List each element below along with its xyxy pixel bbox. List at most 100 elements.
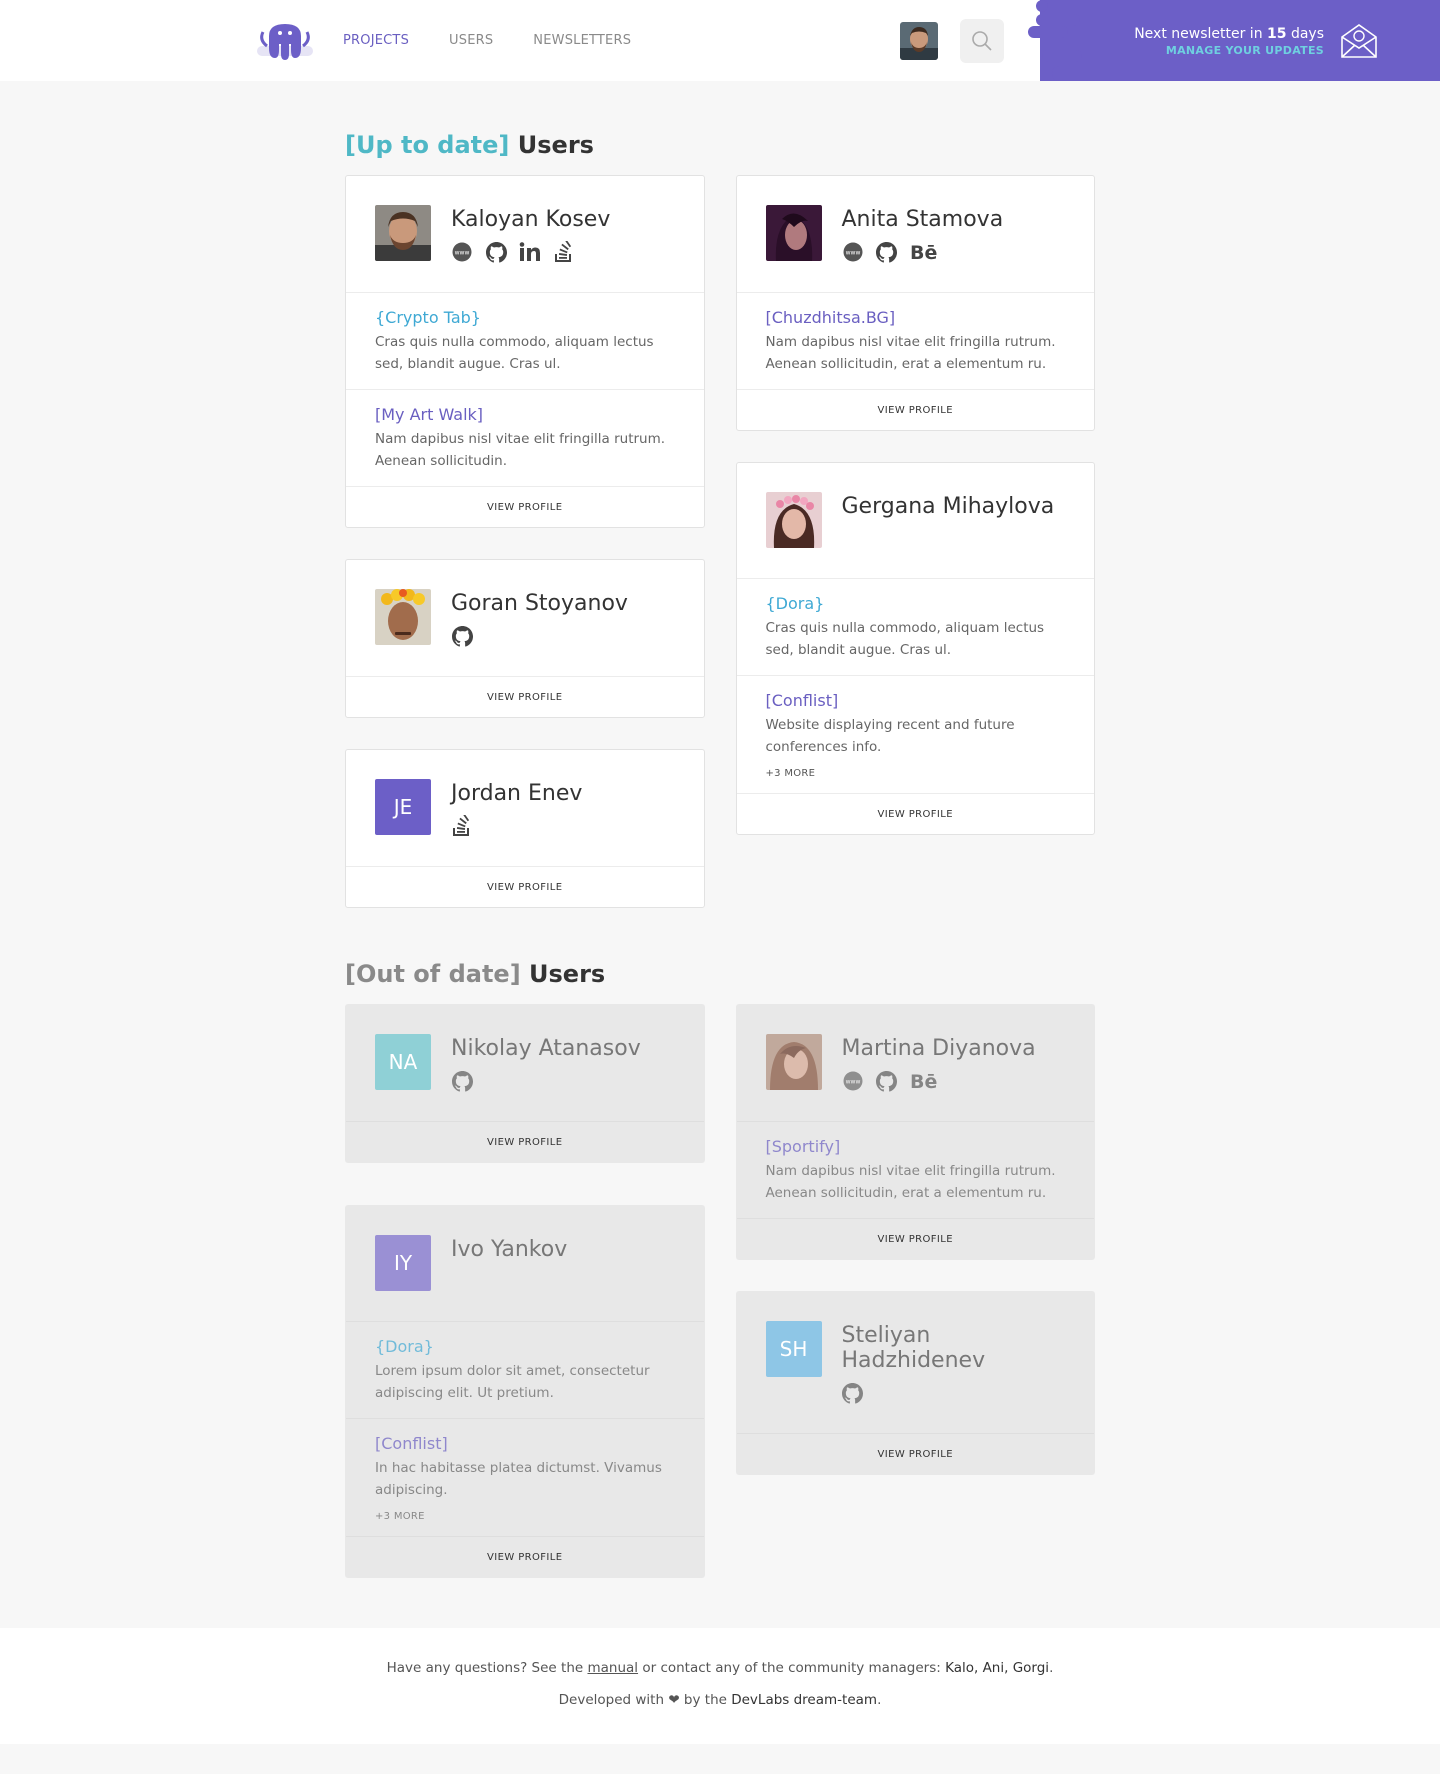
footer-dev-middle: by the (683, 1692, 727, 1708)
svg-text:Bē: Bē (910, 242, 937, 262)
user-name[interactable]: Gergana Mihaylova (842, 494, 1055, 519)
avatar-initials: NA (375, 1034, 431, 1090)
user-info: Gergana Mihaylova (842, 492, 1055, 550)
search-button[interactable] (960, 19, 1004, 63)
www-icon[interactable]: www (451, 241, 473, 263)
user-card-steliyan: SH Steliyan Hadzhidenev VIEW PROFILE (735, 1291, 1095, 1475)
view-profile-button[interactable]: VIEW PROFILE (737, 1219, 1095, 1259)
user-info: Steliyan Hadzhidenev (842, 1321, 1066, 1405)
user-name[interactable]: Martina Diyanova (842, 1036, 1036, 1061)
user-card-header: JE Jordan Enev (346, 750, 704, 867)
user-card-anita: Anita Stamova www Bē [Chuzdhitsa.BG] Nam… (735, 175, 1095, 431)
project-description: Lorem ipsum dolor sit amet, consectetur … (375, 1363, 650, 1401)
view-profile-button[interactable]: VIEW PROFILE (737, 390, 1095, 430)
footer-q-middle: or contact any of the community managers… (642, 1660, 941, 1676)
view-profile-button[interactable]: VIEW PROFILE (737, 1434, 1095, 1474)
project-item: {Dora} Cras quis nulla commodo, aliquam … (736, 579, 1094, 676)
project-description: Nam dapibus nisl vitae elit fringilla ru… (375, 431, 666, 469)
github-icon[interactable] (451, 625, 473, 647)
project-description: Cras quis nulla commodo, aliquam lectus … (375, 334, 654, 372)
github-icon[interactable] (451, 1070, 473, 1092)
current-user-avatar[interactable] (900, 22, 938, 60)
project-name[interactable]: {Dora} (766, 594, 1066, 613)
outdated-columns: NA Nikolay Atanasov VIEW PROFILE IY Ivo … (345, 1004, 1095, 1578)
github-icon[interactable] (485, 241, 507, 263)
view-profile-button[interactable]: VIEW PROFILE (346, 1122, 704, 1162)
avatar (765, 492, 822, 548)
stackoverflow-icon[interactable] (553, 241, 575, 263)
user-card-header: SH Steliyan Hadzhidenev (736, 1292, 1094, 1434)
user-name[interactable]: Ivo Yankov (451, 1237, 567, 1262)
www-icon[interactable]: www (842, 1070, 864, 1092)
view-profile-button[interactable]: VIEW PROFILE (737, 794, 1095, 834)
view-profile-button[interactable]: VIEW PROFILE (346, 867, 704, 907)
project-description: Nam dapibus nisl vitae elit fringilla ru… (765, 334, 1056, 372)
user-name[interactable]: Steliyan Hadzhidenev (842, 1323, 1066, 1373)
nav-users[interactable]: USERS (449, 33, 493, 48)
user-card-header: Martina Diyanova www Bē (736, 1005, 1094, 1122)
user-card-kaloyan: Kaloyan Kosev www {Crypto Tab} Cras quis… (345, 175, 705, 528)
search-icon (972, 31, 992, 51)
nav-newsletters[interactable]: NEWSLETTERS (533, 33, 631, 48)
footer-q-end: . (1049, 1660, 1054, 1676)
project-name[interactable]: [My Art Walk] (375, 405, 675, 424)
view-profile-button[interactable]: VIEW PROFILE (346, 1537, 704, 1577)
social-links (842, 1381, 1066, 1405)
social-links (451, 1069, 641, 1093)
user-card-header: Kaloyan Kosev www (346, 176, 704, 293)
more-projects-link[interactable]: +3 MORE (375, 1511, 675, 1522)
team-link[interactable]: DevLabs dream-team (731, 1692, 877, 1708)
project-item: [Chuzdhitsa.BG] Nam dapibus nisl vitae e… (736, 293, 1094, 390)
project-name[interactable]: [Chuzdhitsa.BG] (766, 308, 1066, 327)
nav-projects[interactable]: PROJECTS (343, 33, 409, 48)
svg-text:www: www (845, 1079, 860, 1086)
project-name[interactable]: {Dora} (375, 1337, 675, 1356)
community-managers[interactable]: Kalo, Ani, Gorgi (945, 1660, 1049, 1676)
project-item: [My Art Walk] Nam dapibus nisl vitae eli… (346, 390, 704, 487)
svg-text:Bē: Bē (910, 1071, 937, 1091)
user-name[interactable]: Nikolay Atanasov (451, 1036, 641, 1061)
footer-questions: Have any questions? See the manual or co… (0, 1660, 1440, 1676)
linkedin-icon[interactable] (519, 241, 541, 263)
user-info: Goran Stoyanov (451, 589, 628, 648)
footer-q-prefix: Have any questions? See the (386, 1660, 584, 1676)
user-name[interactable]: Anita Stamova (842, 207, 1004, 232)
github-icon[interactable] (842, 1382, 864, 1404)
user-info: Kaloyan Kosev www (451, 205, 610, 264)
octopus-logo-icon[interactable] (255, 18, 315, 64)
view-profile-button[interactable]: VIEW PROFILE (346, 677, 704, 717)
github-icon[interactable] (876, 241, 898, 263)
avatar-initials: SH (765, 1321, 822, 1377)
social-links: www (451, 240, 610, 264)
user-name[interactable]: Kaloyan Kosev (451, 207, 610, 232)
more-projects-link[interactable]: +3 MORE (766, 768, 1066, 779)
newsletter-info: Next newsletter in 15 days MANAGE YOUR U… (1134, 26, 1324, 57)
manual-link[interactable]: manual (587, 1660, 638, 1676)
envelope-icon[interactable] (1340, 23, 1378, 59)
social-links: www Bē (842, 1069, 1036, 1093)
github-icon[interactable] (876, 1070, 898, 1092)
stackoverflow-icon[interactable] (451, 815, 473, 837)
project-item: [Conflist] Website displaying recent and… (736, 676, 1094, 794)
project-name[interactable]: [Sportify] (766, 1137, 1066, 1156)
user-name[interactable]: Jordan Enev (451, 781, 582, 806)
project-name[interactable]: [Conflist] (766, 691, 1066, 710)
project-name[interactable]: [Conflist] (375, 1434, 675, 1453)
outdated-right-column: Martina Diyanova www Bē [Sportify] Nam d… (735, 1004, 1095, 1475)
footer-credits: Developed with ❤ by the DevLabs dream-te… (0, 1692, 1440, 1708)
user-card-gergana: Gergana Mihaylova {Dora} Cras quis nulla… (735, 462, 1095, 835)
www-icon[interactable]: www (842, 241, 864, 263)
user-card-martina: Martina Diyanova www Bē [Sportify] Nam d… (735, 1004, 1095, 1260)
behance-icon[interactable]: Bē (910, 1070, 940, 1092)
behance-icon[interactable]: Bē (910, 241, 940, 263)
manage-updates-link[interactable]: MANAGE YOUR UPDATES (1134, 44, 1324, 57)
social-links (451, 814, 582, 838)
outdated-section-title: [Out of date] Users (345, 960, 1095, 990)
project-name[interactable]: {Crypto Tab} (375, 308, 675, 327)
user-info: Jordan Enev (451, 779, 582, 838)
project-item: [Sportify] Nam dapibus nisl vitae elit f… (736, 1122, 1094, 1219)
view-profile-button[interactable]: VIEW PROFILE (346, 487, 704, 527)
user-name[interactable]: Goran Stoyanov (451, 591, 628, 616)
outdated-section: [Out of date] Users NA Nikolay Atanasov (345, 960, 1095, 1578)
user-info: Anita Stamova www Bē (842, 205, 1004, 264)
